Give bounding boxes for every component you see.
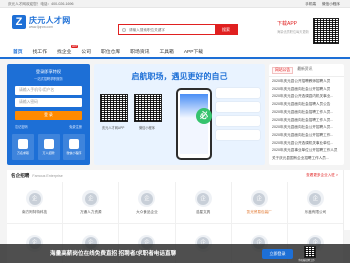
forgot-password-link[interactable]: 忘记密码 [15, 124, 28, 129]
app-download-qr [100, 94, 128, 122]
company-name: 乐鑫有限公司 [304, 210, 327, 214]
company-logo-icon: 企 [306, 190, 324, 207]
top-strip: 庆元人才网欢迎您！电话：400-026-1696 手机端 微信小程序 [0, 0, 350, 8]
company-name: 浩星文具 [195, 210, 211, 214]
nav-item-career-news[interactable]: 职场资讯 [125, 48, 154, 55]
nav-item-toolbox[interactable]: 工具箱 [154, 48, 178, 55]
news-item[interactable]: 2020年庆元县面向社会公开招聘工作... [272, 132, 341, 140]
login-links: 忘记密码 免费注册 [15, 124, 82, 129]
news-item[interactable]: 2020年庆元县事业单位公开招聘工作人员 [272, 147, 341, 155]
news-item[interactable]: 2020年庆元县面向社会公开招聘人员 [272, 86, 341, 94]
app-qr-code [313, 18, 339, 44]
briefcase-icon [43, 139, 54, 149]
search-button[interactable]: 搜索 [215, 25, 237, 34]
news-item[interactable]: 2020年庆元县面向社会公开招聘人员... [272, 124, 341, 132]
news-item[interactable]: 2020年庆元县公开选调机关事业单位... [272, 140, 341, 148]
news-panel: 网站公告 最新资讯 2020年庆元县公开招聘教师招聘人员 2020年庆元县面向社… [269, 64, 344, 165]
qr-label-app: 庆元人才网APP [102, 126, 125, 130]
download-app-promo[interactable]: 下载APP 海量优质职位每天更新 [277, 20, 309, 34]
news-list: 2020年庆元县公开招聘教师招聘人员 2020年庆元县面向社会公开招聘人员 20… [269, 77, 344, 164]
nav-item-job-warehouse[interactable]: 职位仓库 [96, 48, 125, 55]
nav-item-find-jobs[interactable]: 找工作 [28, 48, 52, 55]
news-item[interactable]: 2020年庆元县面向社会招聘人员公告 [272, 101, 341, 109]
side-toolbar [343, 170, 350, 230]
bottom-login-bar: 海量高薪岗位在线免费直招 招聘者/求职者电话直聊 立即登录 手机端招聘工作 [0, 244, 350, 263]
company-name: 万通人力资源 [79, 210, 102, 214]
company-logo-icon: 企 [194, 190, 212, 207]
tile-mini-program[interactable]: 微信小程序 [63, 134, 85, 160]
login-title: 登录即享特权 [35, 69, 62, 74]
username-field[interactable]: 请输入手机号/用户名 [15, 86, 82, 95]
people-icon [18, 139, 28, 149]
company-card[interactable]: 企万通人力资源 [63, 182, 120, 224]
top-links: 手机端 微信小程序 [305, 2, 340, 7]
banner-title: 启航职场，遇见更好的自己 [131, 72, 228, 81]
site-name: 庆元人才网 [29, 15, 71, 25]
mini-program-qr [134, 94, 162, 122]
nav-item-app-download[interactable]: APP下载 [179, 48, 208, 55]
download-app-title: 下载APP [277, 21, 298, 27]
search-input[interactable] [119, 25, 215, 34]
bottom-message: 海量高薪岗位在线免费直招 招聘者/求职者电话直聊 [50, 251, 177, 257]
company-card[interactable]: 企南方阿特特科技 [7, 182, 64, 224]
search-bar: 搜索 [118, 24, 238, 35]
login-tiles: 万名求职 万人招聘 微信小程序 [12, 134, 85, 160]
password-field[interactable]: 请输入密码 [15, 98, 82, 107]
login-button[interactable]: 登 录 [15, 111, 82, 120]
mini-program-link[interactable]: 微信小程序 [322, 2, 340, 7]
company-card[interactable]: 企浩星文具 [175, 182, 232, 224]
news-tabs: 网站公告 最新资讯 [269, 64, 344, 77]
site-logo[interactable]: Z 庆元人才网 www.ljqrcw.com [12, 15, 71, 29]
nav-item-find-companies[interactable]: 找企业 HOT [52, 45, 79, 55]
logo-mark-icon: Z [12, 15, 26, 29]
more-companies-link[interactable]: 查看更多企业入驻 > [306, 173, 338, 178]
nav-list: 首页 找工作 找企业 HOT 公司 职位仓库 职场资讯 工具箱 APP下载 [8, 45, 208, 55]
company-name: 大众食品企业 [136, 210, 158, 214]
section-title: 名企招聘 Famous Enterprise [11, 173, 63, 178]
register-link[interactable]: 免费注册 [69, 124, 82, 129]
search-icon [122, 28, 126, 32]
login-subtitle: 一站式招聘求职服务 [34, 77, 63, 81]
nav-item-company[interactable]: 公司 [76, 48, 96, 55]
phone-mockup [176, 88, 212, 160]
promo-banner[interactable]: 启航职场，遇见更好的自己 庆元人才网APP 微信小程序 必 [94, 64, 265, 165]
tile-job-seekers[interactable]: 万名求职 [12, 134, 34, 160]
company-logo-icon: 企 [138, 190, 156, 207]
news-item[interactable]: 2020年庆元县公开招聘教师招聘人员 [272, 78, 341, 86]
mobile-link[interactable]: 手机端 [305, 2, 316, 7]
news-item[interactable]: 2020年庆元县面向社会招聘工作人员... [272, 117, 341, 125]
company-card[interactable]: 企乐鑫有限公司 [287, 182, 344, 224]
company-card[interactable]: 企凯光贸易包装厂 [231, 182, 288, 224]
tab-announcements[interactable]: 网站公告 [272, 67, 294, 74]
tab-latest-news[interactable]: 最新资讯 [297, 67, 312, 74]
company-logo-icon: 企 [82, 190, 100, 207]
login-panel: 登录即享特权 一站式招聘求职服务 请输入手机号/用户名 请输入密码 登 录 忘记… [7, 64, 90, 165]
news-item[interactable]: 2020年庆元县面向社会招聘工作人员... [272, 109, 341, 117]
site-header: Z 庆元人才网 www.ljqrcw.com 搜索 下载APP 海量优质职位每天… [0, 8, 350, 45]
job-cards-illustration [216, 88, 260, 144]
wechat-icon [69, 139, 79, 149]
company-card[interactable]: 企大众食品企业 [119, 182, 176, 224]
qr-label-mini: 微信小程序 [139, 126, 155, 130]
main-nav: 首页 找工作 找企业 HOT 公司 职位仓库 职场资讯 工具箱 APP下载 [0, 45, 350, 59]
tile-recruiters[interactable]: 万人招聘 [37, 134, 60, 160]
news-item[interactable]: 关于庆元县国有企业招聘工作人员... [272, 155, 341, 163]
news-item[interactable]: 2020年庆元县公开选调县内机关事业... [272, 93, 341, 101]
company-name: 南方阿特特科技 [22, 210, 48, 214]
top-slogan: 庆元人才网欢迎您！电话：400-026-1696 [8, 2, 74, 6]
download-app-subtitle: 海量优质职位每天更新 [277, 30, 309, 34]
site-url: www.ljqrcw.com [29, 24, 53, 29]
bottom-login-button[interactable]: 立即登录 [262, 249, 293, 259]
certified-badge-icon: 必 [196, 108, 212, 124]
company-name: 凯光贸易包装厂 [246, 210, 272, 214]
bottom-qr-code [304, 246, 316, 258]
bottom-qr-label: 手机端招聘工作 [298, 259, 315, 262]
company-logo-icon: 企 [250, 190, 268, 207]
company-logo-icon: 企 [26, 190, 44, 207]
nav-item-home[interactable]: 首页 [8, 48, 28, 55]
